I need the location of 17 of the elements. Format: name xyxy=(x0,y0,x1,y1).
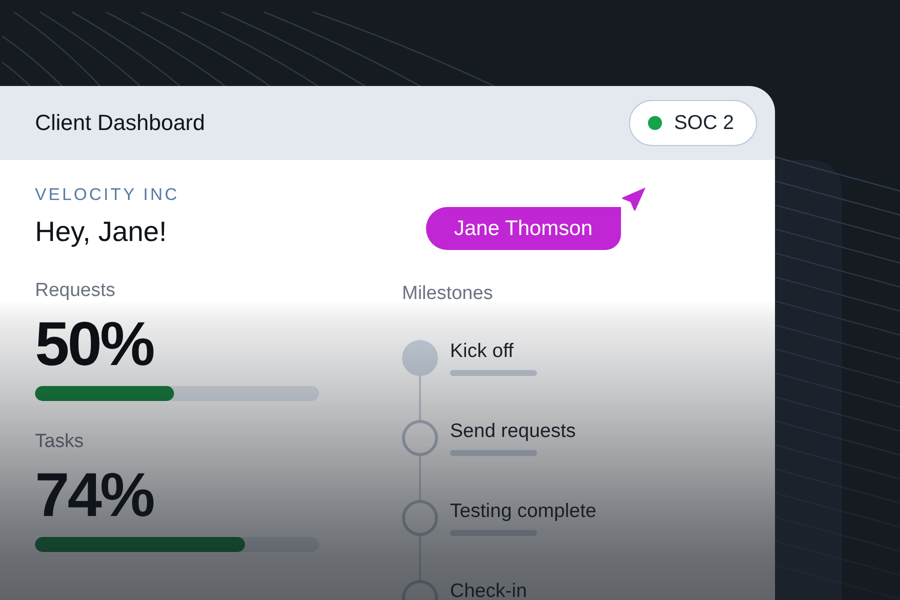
metric-label: Requests xyxy=(35,280,116,302)
pointer-arrow-icon xyxy=(620,186,647,212)
timeline-connector xyxy=(419,376,421,420)
dashboard-title: Client Dashboard xyxy=(35,110,205,136)
section-title: Milestones xyxy=(402,283,493,305)
greeting-text: Hey, Jane! xyxy=(35,216,167,248)
milestone-label: Send requests xyxy=(450,420,576,442)
company-name: VELOCITY INC xyxy=(35,184,180,206)
metric-value: 74% xyxy=(35,465,154,527)
milestone-label: Check-in xyxy=(450,580,527,600)
user-name-tag: Jane Thomson xyxy=(426,207,621,250)
milestone-label: Testing complete xyxy=(450,500,596,522)
metric-label: Tasks xyxy=(35,431,84,453)
milestone-label: Kick off xyxy=(450,340,514,362)
metric-value: 50% xyxy=(35,314,154,376)
status-dot-icon xyxy=(648,116,662,130)
badge-label: SOC 2 xyxy=(674,111,734,135)
